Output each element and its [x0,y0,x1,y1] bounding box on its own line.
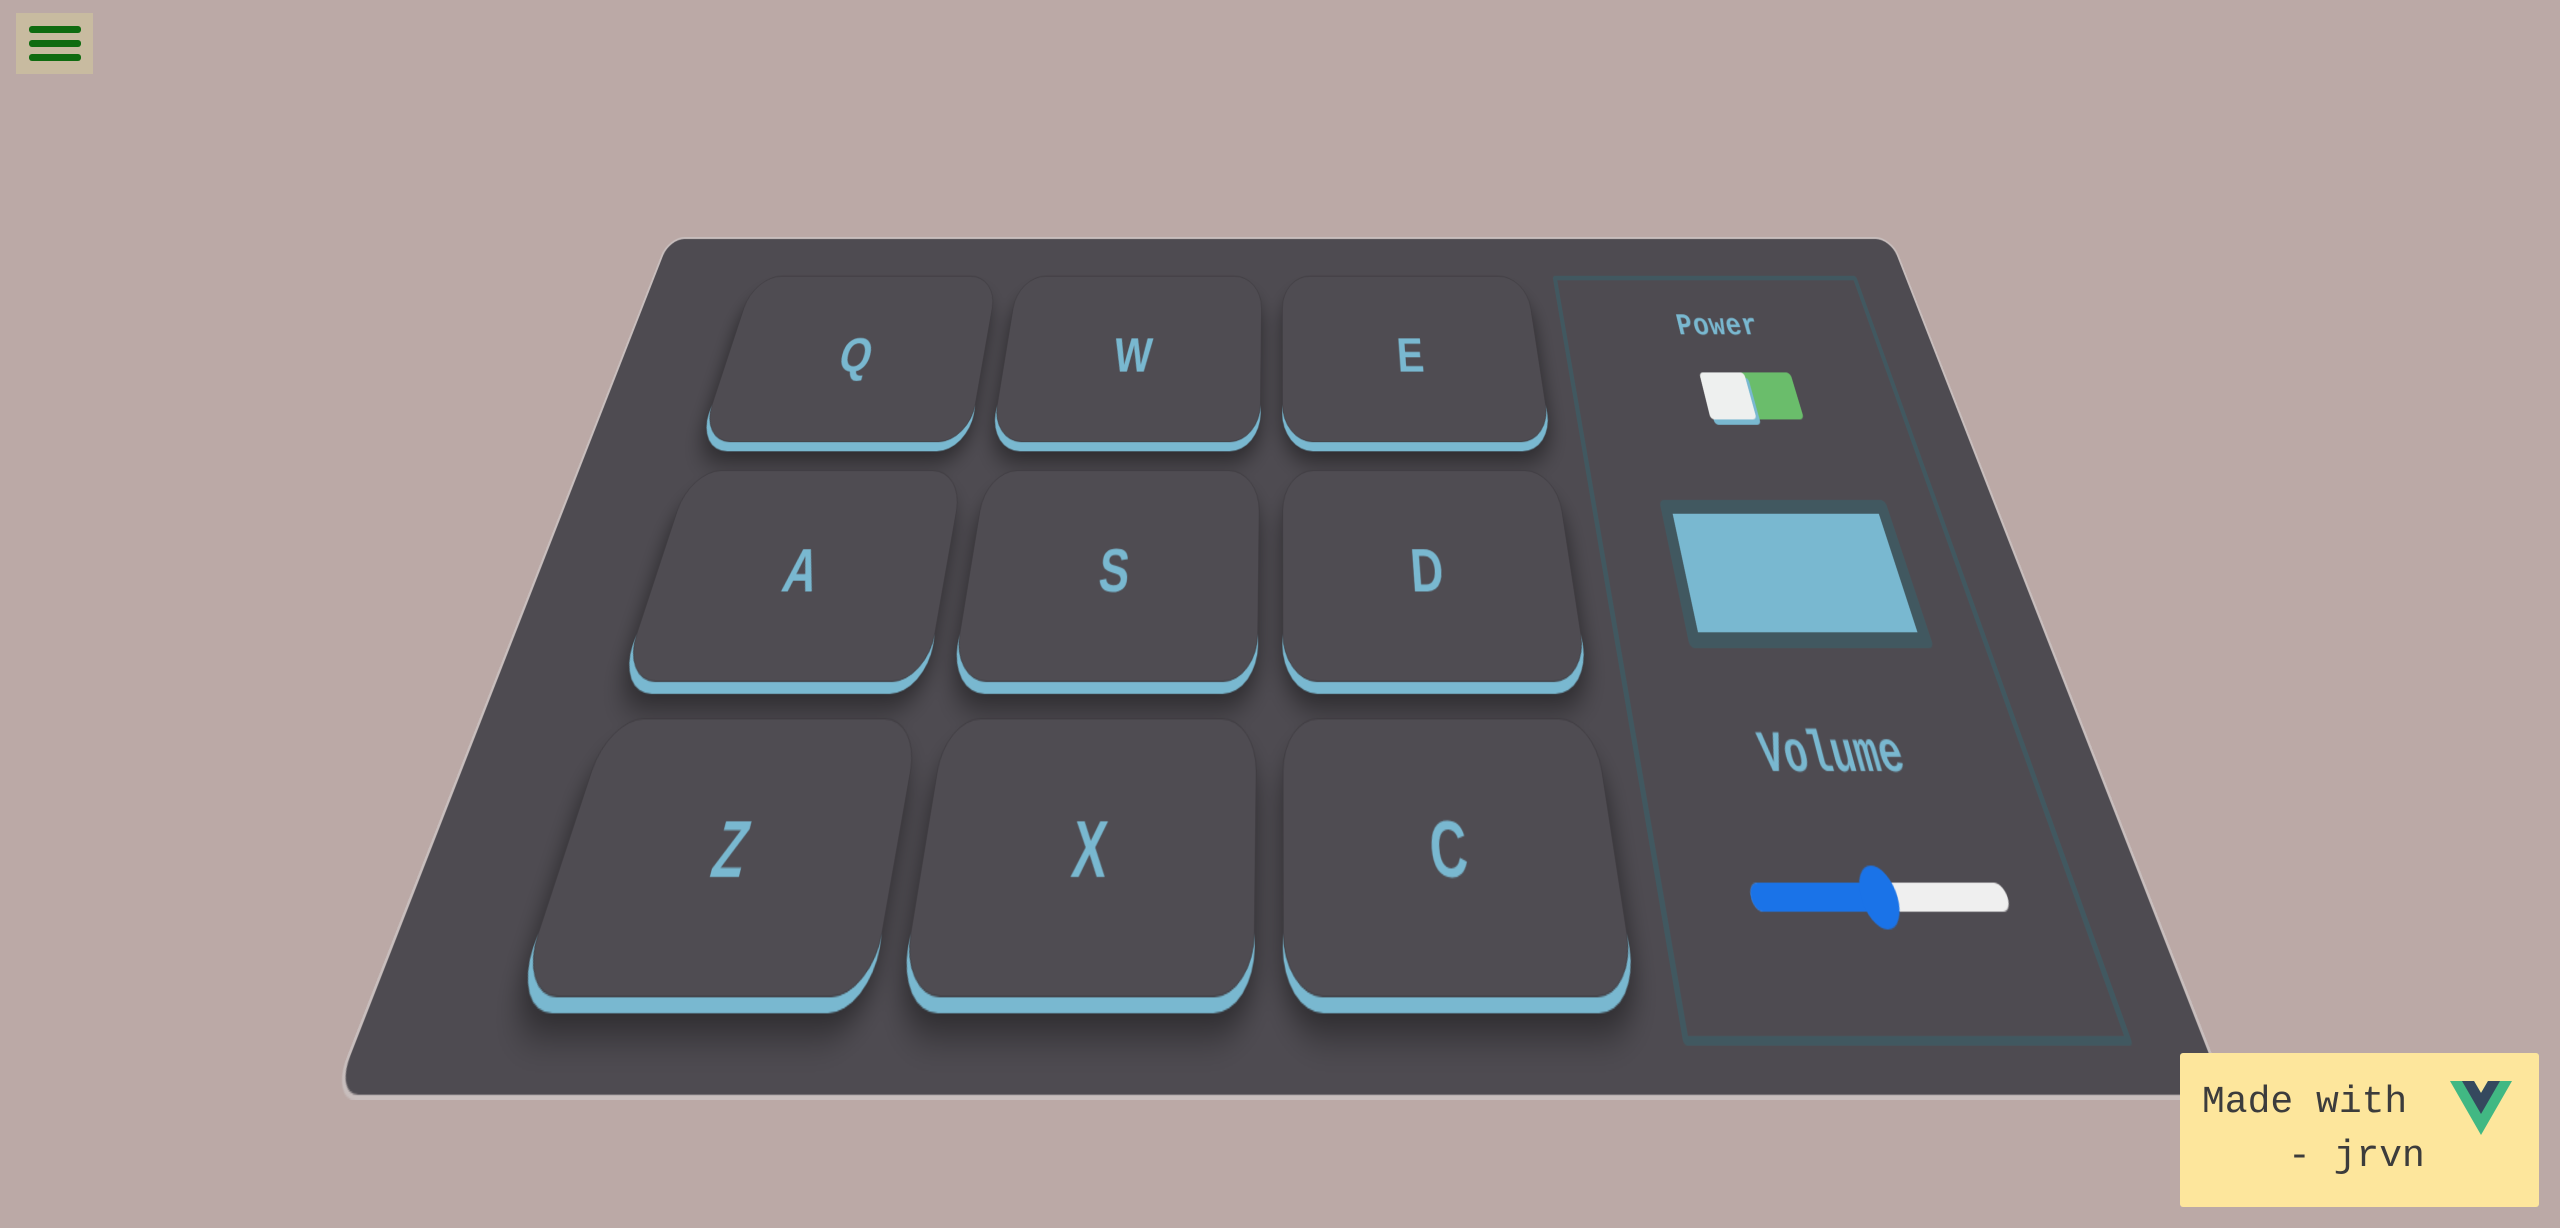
power-label: Power [1673,309,1764,345]
vue-logo-icon [2450,1081,2512,1135]
sound-display [1659,499,1935,649]
drum-pad-z[interactable]: Z [516,718,921,998]
drum-pad-d[interactable]: D [1282,470,1589,682]
drum-pad-w[interactable]: W [990,275,1263,443]
volume-slider-thumb[interactable] [1852,865,1907,930]
volume-label: Volume [1753,723,1913,790]
pad-label: E [1394,328,1426,383]
credit-author: - jrvn [2288,1135,2425,1178]
pad-label: D [1408,536,1447,606]
pad-label: Z [703,804,759,895]
credit-badge: Made with - jrvn [2180,1053,2539,1207]
drum-machine-stage: Q W E A S D Z X C Power Volume [0,0,2560,1228]
pad-label: A [776,536,827,606]
drum-pad-s[interactable]: S [951,470,1261,682]
drum-pad-a[interactable]: A [620,470,965,682]
drum-pad-x[interactable]: X [899,718,1258,998]
pad-label: C [1426,804,1472,895]
pad-label: Q [833,328,879,383]
pad-label: W [1111,328,1155,383]
pad-label: S [1095,536,1133,606]
drum-pad-c[interactable]: C [1282,718,1638,998]
volume-slider[interactable] [1747,865,2013,930]
pad-label: X [1068,804,1111,895]
drum-pads: Q W E A S D Z X C [516,275,1638,998]
power-toggle-knob [1699,372,1757,420]
control-panel: Power Volume [1552,275,2134,1046]
power-toggle[interactable] [1699,372,1805,420]
display-text [1673,514,1918,633]
credit-text: Made with [2202,1081,2408,1124]
drum-machine: Q W E A S D Z X C Power Volume [330,236,2230,1100]
drum-pad-q[interactable]: Q [699,275,999,443]
drum-pad-e[interactable]: E [1281,275,1552,443]
